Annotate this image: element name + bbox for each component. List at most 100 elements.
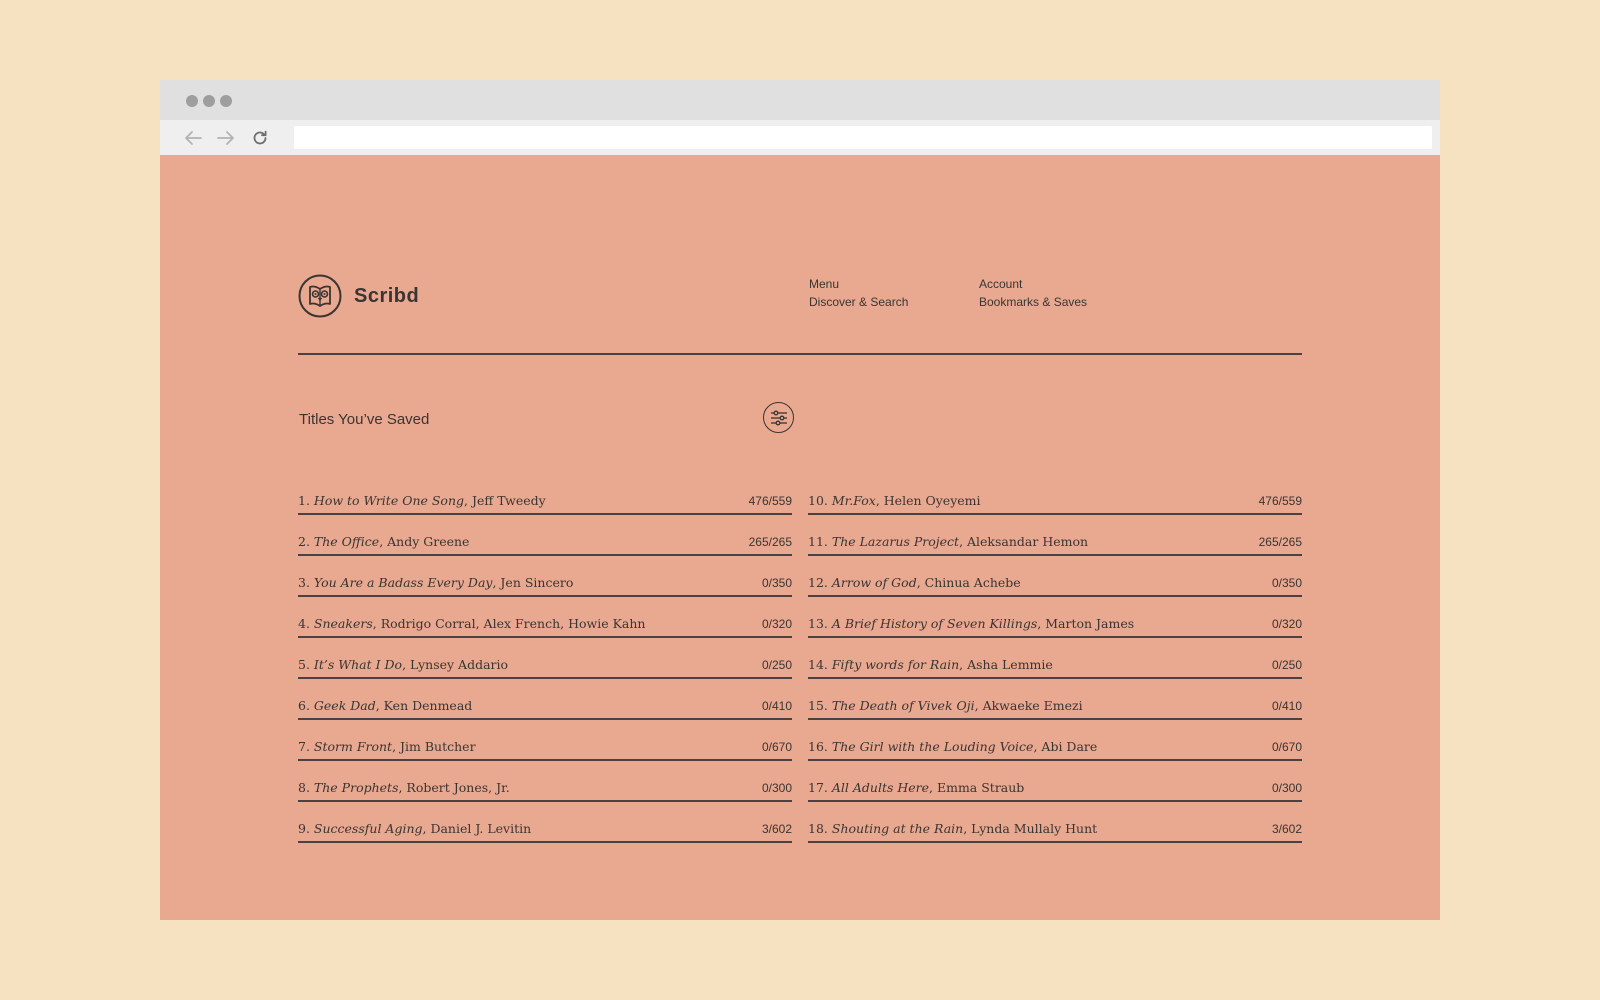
- book-author: , Jen Sincero: [492, 575, 574, 590]
- item-number: 4.: [298, 616, 310, 631]
- item-number: 8.: [298, 780, 310, 795]
- reading-progress: 0/250: [761, 658, 792, 672]
- list-item[interactable]: 13. A Brief History of Seven Killings, M…: [808, 597, 1302, 638]
- reading-progress: 265/265: [748, 535, 792, 549]
- saved-list-left: 1. How to Write One Song, Jeff Tweedy 476…: [298, 474, 792, 843]
- saved-title-text: 5. It’s What I Do, Lynsey Addario: [298, 657, 508, 672]
- sliders-icon: [770, 410, 787, 425]
- list-item[interactable]: 3. You Are a Badass Every Day, Jen Since…: [298, 556, 792, 597]
- back-arrow-icon[interactable]: [182, 127, 204, 149]
- book-author: , Lynda Mullaly Hunt: [963, 821, 1098, 836]
- list-item[interactable]: 14. Fifty words for Rain, Asha Lemmie 0/2…: [808, 638, 1302, 679]
- reading-progress: 0/670: [1271, 740, 1302, 754]
- reading-progress: 476/559: [748, 494, 792, 508]
- book-title: How to Write One Song: [313, 493, 465, 508]
- book-title: Shouting at the Rain: [831, 821, 964, 836]
- reading-progress: 0/670: [761, 740, 792, 754]
- book-title: Mr.Fox: [831, 493, 876, 508]
- book-title: The Prophets: [313, 780, 399, 795]
- book-title: The Girl with the Louding Voice: [831, 739, 1034, 754]
- item-number: 18.: [808, 821, 828, 836]
- book-author: , Lynsey Addario: [402, 657, 509, 672]
- item-number: 2.: [298, 534, 310, 549]
- book-author: , Jim Butcher: [392, 739, 476, 754]
- saved-title-text: 14. Fifty words for Rain, Asha Lemmie: [808, 657, 1053, 672]
- nav-bookmarks-saves-link[interactable]: Bookmarks & Saves: [979, 293, 1087, 311]
- reading-progress: 0/350: [1271, 576, 1302, 590]
- page-content: Scribd Menu Discover & Search Account Bo…: [160, 155, 1440, 920]
- list-item[interactable]: 2. The Office, Andy Greene 265/265: [298, 515, 792, 556]
- book-author: , Aleksandar Hemon: [959, 534, 1089, 549]
- saved-title-text: 18. Shouting at the Rain, Lynda Mullaly …: [808, 821, 1097, 836]
- reading-progress: 0/350: [761, 576, 792, 590]
- forward-arrow-icon[interactable]: [215, 127, 237, 149]
- reading-progress: 0/410: [761, 699, 792, 713]
- item-number: 12.: [808, 575, 828, 590]
- list-item[interactable]: 11. The Lazarus Project, Aleksandar Hemo…: [808, 515, 1302, 556]
- url-bar[interactable]: [294, 126, 1432, 149]
- item-number: 10.: [808, 493, 828, 508]
- book-author: , Ken Denmead: [375, 698, 473, 713]
- list-item[interactable]: 15. The Death of Vivek Oji, Akwaeke Emez…: [808, 679, 1302, 720]
- saved-title-text: 7. Storm Front, Jim Butcher: [298, 739, 476, 754]
- list-item[interactable]: 6. Geek Dad, Ken Denmead 0/410: [298, 679, 792, 720]
- book-title: The Office: [313, 534, 380, 549]
- maximize-dot[interactable]: [220, 95, 232, 107]
- book-title: Geek Dad: [313, 698, 376, 713]
- book-title: Sneakers: [313, 616, 373, 631]
- window-controls: [186, 95, 232, 107]
- item-number: 13.: [808, 616, 828, 631]
- saved-title-text: 17. All Adults Here, Emma Straub: [808, 780, 1024, 795]
- reload-icon[interactable]: [249, 127, 271, 149]
- item-number: 1.: [298, 493, 310, 508]
- item-number: 3.: [298, 575, 310, 590]
- list-item[interactable]: 17. All Adults Here, Emma Straub 0/300: [808, 761, 1302, 802]
- saved-title-text: 16. The Girl with the Louding Voice, Abi…: [808, 739, 1097, 754]
- brand-logo[interactable]: Scribd: [298, 274, 419, 318]
- minimize-dot[interactable]: [203, 95, 215, 107]
- reading-progress: 0/300: [761, 781, 792, 795]
- list-item[interactable]: 4. Sneakers, Rodrigo Corral, Alex French…: [298, 597, 792, 638]
- book-author: , Akwaeke Emezi: [974, 698, 1083, 713]
- owl-book-icon: [298, 274, 342, 318]
- reading-progress: 265/265: [1258, 535, 1302, 549]
- list-item[interactable]: 10. Mr.Fox, Helen Oyeyemi 476/559: [808, 474, 1302, 515]
- browser-titlebar: [160, 80, 1440, 120]
- filter-button[interactable]: [763, 402, 794, 433]
- book-author: , Chinua Achebe: [916, 575, 1021, 590]
- book-title: It’s What I Do: [313, 657, 403, 672]
- list-item[interactable]: 1. How to Write One Song, Jeff Tweedy 476…: [298, 474, 792, 515]
- book-author: , Marton James: [1037, 616, 1135, 631]
- list-item[interactable]: 5. It’s What I Do, Lynsey Addario 0/250: [298, 638, 792, 679]
- list-item[interactable]: 18. Shouting at the Rain, Lynda Mullaly …: [808, 802, 1302, 843]
- saved-title-text: 4. Sneakers, Rodrigo Corral, Alex French…: [298, 616, 645, 631]
- list-item[interactable]: 7. Storm Front, Jim Butcher 0/670: [298, 720, 792, 761]
- nav-account-link[interactable]: Account: [979, 275, 1087, 293]
- close-dot[interactable]: [186, 95, 198, 107]
- reading-progress: 0/320: [761, 617, 792, 631]
- list-item[interactable]: 9. Successful Aging, Daniel J. Levitin 3/…: [298, 802, 792, 843]
- book-author: , Asha Lemmie: [959, 657, 1053, 672]
- reading-progress: 0/410: [1271, 699, 1302, 713]
- book-title: Successful Aging: [313, 821, 423, 836]
- nav-discover-search-link[interactable]: Discover & Search: [809, 293, 908, 311]
- saved-title-text: 1. How to Write One Song, Jeff Tweedy: [298, 493, 546, 508]
- nav-menu-link[interactable]: Menu: [809, 275, 908, 293]
- browser-window: Scribd Menu Discover & Search Account Bo…: [160, 80, 1440, 920]
- saved-title-text: 15. The Death of Vivek Oji, Akwaeke Emez…: [808, 698, 1083, 713]
- item-number: 6.: [298, 698, 310, 713]
- saved-title-text: 3. You Are a Badass Every Day, Jen Since…: [298, 575, 573, 590]
- item-number: 17.: [808, 780, 828, 795]
- list-item[interactable]: 8. The Prophets, Robert Jones, Jr. 0/300: [298, 761, 792, 802]
- item-number: 9.: [298, 821, 310, 836]
- reading-progress: 0/300: [1271, 781, 1302, 795]
- list-item[interactable]: 12. Arrow of God, Chinua Achebe 0/350: [808, 556, 1302, 597]
- saved-title-text: 2. The Office, Andy Greene: [298, 534, 469, 549]
- book-author: , Emma Straub: [929, 780, 1025, 795]
- book-author: , Helen Oyeyemi: [875, 493, 981, 508]
- saved-title-text: 12. Arrow of God, Chinua Achebe: [808, 575, 1021, 590]
- book-author: , Daniel J. Levitin: [422, 821, 532, 836]
- book-title: The Lazarus Project: [831, 534, 960, 549]
- reading-progress: 0/320: [1271, 617, 1302, 631]
- list-item[interactable]: 16. The Girl with the Louding Voice, Abi…: [808, 720, 1302, 761]
